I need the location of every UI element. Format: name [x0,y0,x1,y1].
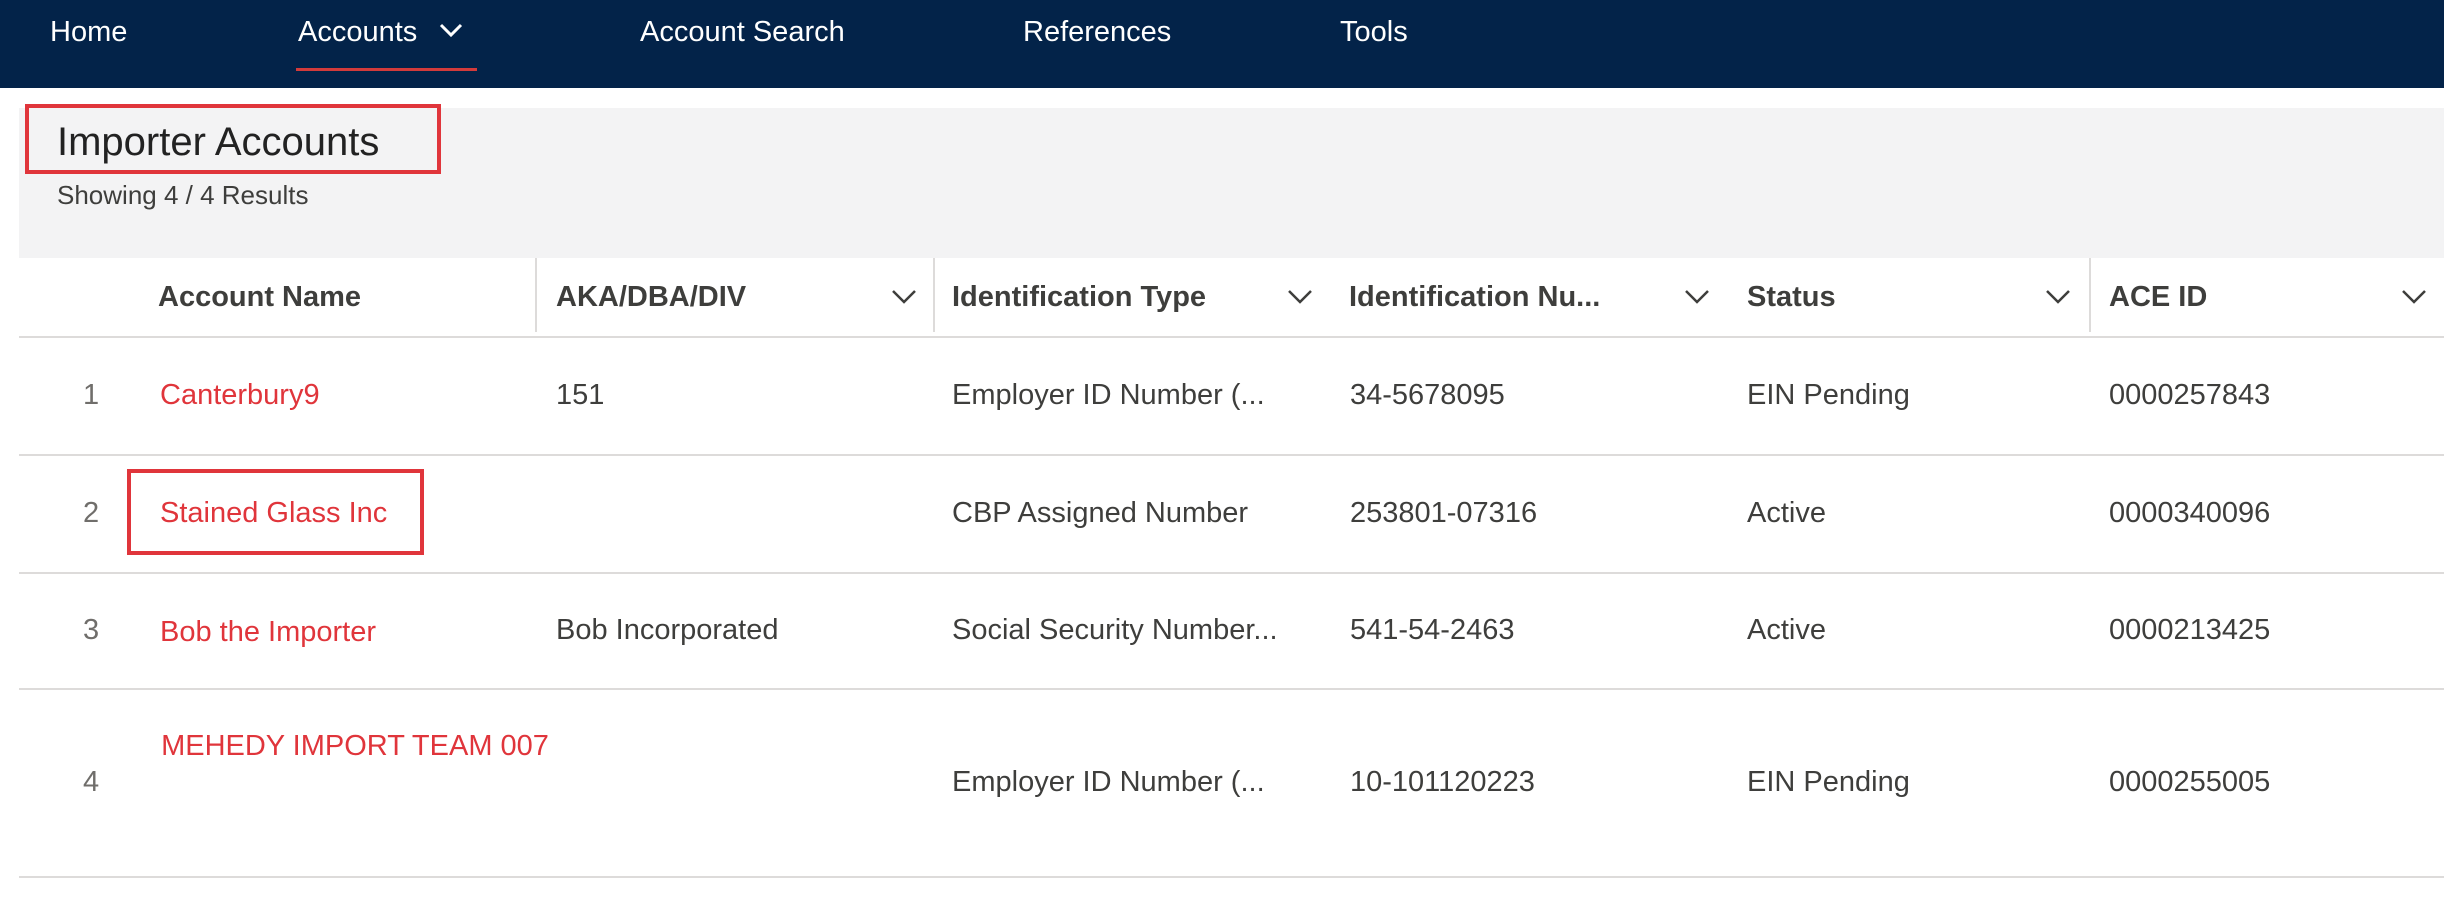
account-name-link[interactable]: MEHEDY IMPORT TEAM 007 [160,710,550,782]
aka-cell: Bob Incorporated [556,614,779,646]
nav-item-account-search[interactable]: Account Search [640,14,845,60]
chevron-down-icon[interactable] [2045,288,2071,306]
id-type-cell: CBP Assigned Number [952,497,1249,529]
ace-id-cell: 0000257843 [2109,379,2271,411]
aka-cell: 151 [556,379,605,411]
row-number: 4 [83,766,100,798]
column-header-account-name[interactable]: Account Name [158,258,538,336]
status-cell: Active [1747,614,1826,646]
chevron-down-icon [440,24,463,38]
column-header-identification-number[interactable]: Identification Nu... [1349,258,1739,336]
column-header-label: Identification Type [952,281,1207,313]
nav-item-tools[interactable]: Tools [1340,14,1408,60]
id-number-cell: 34-5678095 [1350,379,1505,411]
chevron-down-icon[interactable] [891,288,917,306]
ace-id-cell: 0000255005 [2109,766,2271,798]
nav-item-references-label: References [1023,16,1172,48]
column-divider[interactable] [2089,258,2091,332]
account-name-link[interactable]: Canterbury9 [160,377,320,413]
column-header-label: Identification Nu... [1349,281,1601,313]
column-divider[interactable] [933,258,935,332]
status-cell: EIN Pending [1747,379,1910,411]
id-number-cell: 10-101120223 [1350,766,1535,798]
nav-item-accounts[interactable]: Accounts [295,14,478,71]
account-name-highlight-box [127,469,424,555]
nav-item-tools-label: Tools [1340,16,1408,48]
table-row[interactable]: 1 Canterbury9 151 Employer ID Number (..… [19,338,2444,456]
table-row[interactable]: 3 Bob the Importer Bob Incorporated Soci… [19,574,2444,690]
chevron-down-icon[interactable] [1287,288,1313,306]
row-number: 3 [83,614,100,646]
ace-id-cell: 0000213425 [2109,614,2271,646]
chevron-down-icon[interactable] [2401,288,2427,306]
column-header-ace-id[interactable]: ACE ID [2109,258,2443,336]
nav-item-references[interactable]: References [1023,14,1171,60]
id-number-cell: 253801-07316 [1350,497,1538,529]
column-header-label: Status [1747,281,1836,313]
row-number: 1 [83,379,100,411]
column-header-identification-type[interactable]: Identification Type [952,258,1342,336]
column-divider[interactable] [535,258,537,332]
column-header-aka[interactable]: AKA/DBA/DIV [556,258,936,336]
table-header: Account Name AKA/DBA/DIV Identification … [19,258,2444,338]
column-header-label: AKA/DBA/DIV [556,281,747,313]
ace-id-cell: 0000340096 [2109,497,2271,529]
page-title: Importer Accounts [57,120,380,164]
nav-item-home[interactable]: Home [50,14,127,60]
id-number-cell: 541-54-2463 [1350,614,1515,646]
column-header-status[interactable]: Status [1747,258,2107,336]
table-row[interactable]: 4 MEHEDY IMPORT TEAM 007 Employer ID Num… [19,690,2444,878]
id-type-cell: Social Security Number... [952,614,1278,646]
nav-item-home-label: Home [50,16,128,48]
status-cell: Active [1747,497,1826,529]
nav-item-account-search-label: Account Search [640,16,845,48]
result-count: Showing 4 / 4 Results [57,180,309,210]
account-name-link[interactable]: Bob the Importer [160,614,376,650]
nav-item-accounts-label: Accounts [298,16,418,48]
column-header-label: ACE ID [2109,281,2208,313]
column-header-label: Account Name [158,281,362,313]
chevron-down-icon[interactable] [1684,288,1710,306]
id-type-cell: Employer ID Number (... [952,766,1265,798]
top-navigation-bar: Home Accounts Account Search References … [0,0,2444,88]
status-cell: EIN Pending [1747,766,1910,798]
row-number: 2 [83,497,100,529]
id-type-cell: Employer ID Number (... [952,379,1265,411]
